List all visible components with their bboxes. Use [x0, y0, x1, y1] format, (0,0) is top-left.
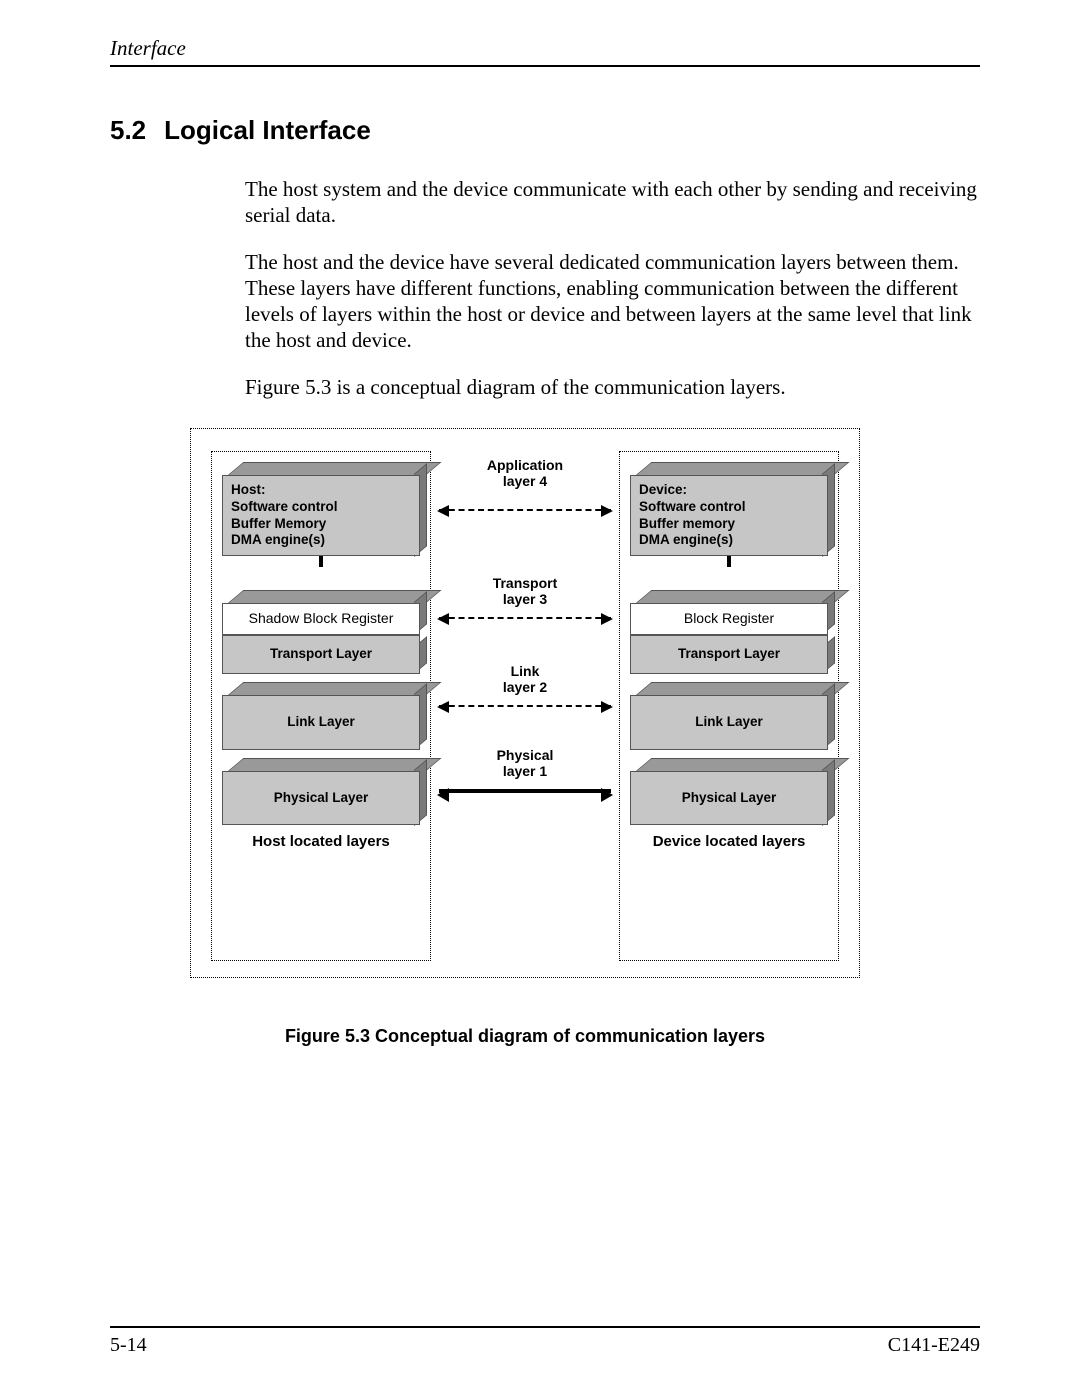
page-number: 5-14: [110, 1334, 147, 1357]
body-text: The host system and the device communica…: [245, 176, 980, 400]
device-register-block: Block Register: [630, 590, 828, 635]
page-footer: 5-14 C141-E249: [110, 1326, 980, 1357]
device-caption: Device located layers: [630, 833, 828, 850]
device-application-block: Device: Software control Buffer memory D…: [630, 462, 828, 557]
paragraph-2: The host and the device have several ded…: [245, 249, 980, 354]
section-title: 5.2 Logical Interface: [110, 115, 980, 146]
arrow-layer4: [439, 509, 611, 511]
host-stack: Host: Software control Buffer Memory DMA…: [211, 451, 431, 961]
device-link-block: Link Layer: [630, 682, 828, 750]
running-header: Interface: [110, 36, 980, 67]
paragraph-1: The host system and the device communica…: [245, 176, 980, 229]
device-stack: Device: Software control Buffer memory D…: [619, 451, 839, 961]
host-caption: Host located layers: [222, 833, 420, 850]
host-application-block: Host: Software control Buffer Memory DMA…: [222, 462, 420, 557]
host-link-block: Link Layer: [222, 682, 420, 750]
section-number: 5.2: [110, 115, 146, 145]
arrow-layer3: [439, 617, 611, 619]
document-code: C141-E249: [888, 1334, 980, 1357]
paragraph-3: Figure 5.3 is a conceptual diagram of th…: [245, 374, 980, 400]
figure: Application layer 4 Transport layer 3 Li…: [190, 428, 860, 1047]
host-register-block: Shadow Block Register: [222, 590, 420, 635]
figure-caption: Figure 5.3 Conceptual diagram of communi…: [190, 1026, 860, 1047]
host-physical-block: Physical Layer: [222, 758, 420, 826]
section-heading-text: Logical Interface: [164, 115, 371, 145]
arrow-layer2: [439, 705, 611, 707]
host-transport-block: Transport Layer: [222, 635, 420, 674]
arrow-layer1: [439, 789, 611, 793]
diagram-box: Application layer 4 Transport layer 3 Li…: [190, 428, 860, 978]
device-physical-block: Physical Layer: [630, 758, 828, 826]
device-transport-block: Transport Layer: [630, 635, 828, 674]
